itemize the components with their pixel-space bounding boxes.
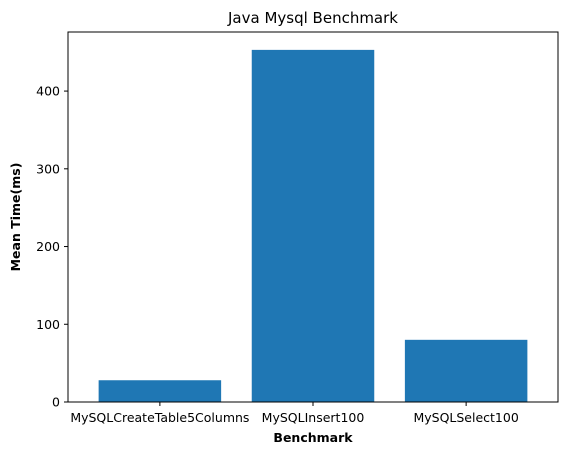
x-tick-label-1: MySQLInsert100 [262, 410, 365, 425]
y-axis: 0 100 200 300 400 [36, 84, 68, 410]
y-axis-label: Mean Time(ms) [8, 163, 23, 272]
bar-1 [251, 49, 375, 402]
y-tick-label-0: 0 [52, 395, 60, 410]
chart-container: Java Mysql Benchmark 0 100 200 300 400 MySQL… [0, 0, 571, 455]
y-tick-label-3: 300 [36, 161, 60, 176]
bar-2 [404, 339, 528, 402]
x-axis-label: Benchmark [273, 430, 353, 445]
x-tick-label-0: MySQLCreateTable5Columns [70, 410, 249, 425]
y-tick-label-1: 100 [36, 317, 60, 332]
bar-chart: Java Mysql Benchmark 0 100 200 300 400 MySQL… [8, 9, 559, 445]
chart-title: Java Mysql Benchmark [227, 9, 398, 27]
x-axis: MySQLCreateTable5Columns MySQLInsert100 My… [70, 402, 519, 425]
bar-0 [98, 380, 222, 402]
y-tick-label-2: 200 [36, 239, 60, 254]
x-tick-label-2: MySQLSelect100 [413, 410, 518, 425]
bars-layer [98, 49, 528, 402]
y-tick-label-4: 400 [36, 84, 60, 99]
